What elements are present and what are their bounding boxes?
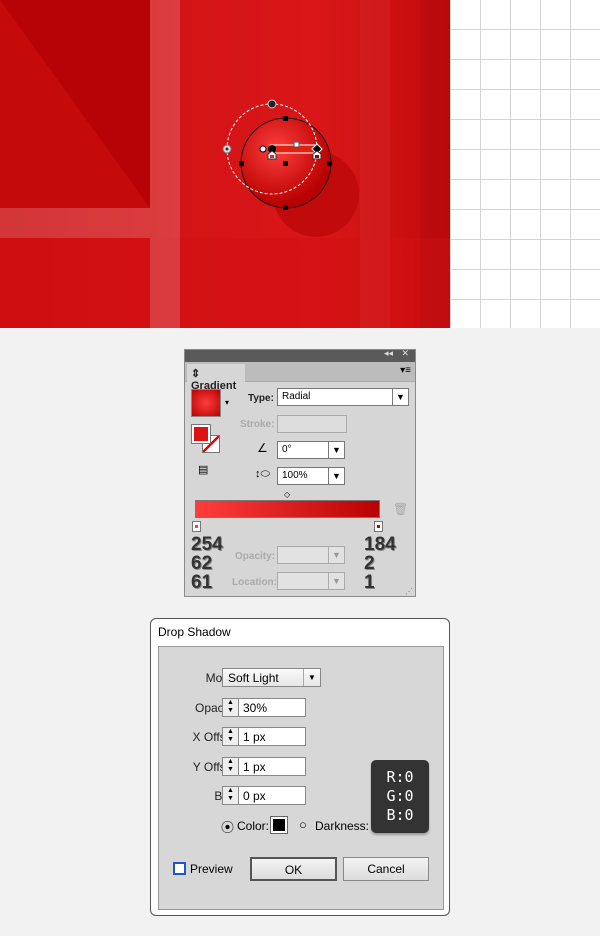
- chevron-down-icon: ▼: [392, 389, 408, 405]
- spinner-icon[interactable]: ▲ ▼: [223, 787, 239, 804]
- right-stop-g: 2: [364, 553, 375, 574]
- angle-icon: ∠: [257, 441, 268, 455]
- spinner-icon[interactable]: ▲ ▼: [223, 758, 239, 775]
- left-color-stop[interactable]: [192, 521, 201, 532]
- fill-stroke-icon[interactable]: [191, 424, 224, 455]
- panel-menu-icon[interactable]: ▾≡: [400, 365, 411, 376]
- left-stop-g: 62: [191, 553, 213, 574]
- transparency-grid: [450, 0, 600, 328]
- color-radio[interactable]: ⦿: [221, 817, 234, 836]
- location-field[interactable]: ▼: [277, 572, 345, 590]
- midpoint-diamond[interactable]: ◇: [284, 490, 290, 499]
- spinner-icon[interactable]: ▲ ▼: [223, 728, 239, 745]
- blur-stepper[interactable]: ▲ ▼ 0 px: [222, 786, 306, 805]
- color-label: Color:: [237, 819, 270, 833]
- swatch-dropdown-icon[interactable]: ▾: [225, 398, 229, 407]
- stroke-buttons: [277, 415, 347, 433]
- right-stop-b: 1: [364, 572, 375, 593]
- y-offset-stepper[interactable]: ▲ ▼ 1 px: [222, 757, 306, 776]
- resize-grip-icon[interactable]: ⋰: [405, 587, 413, 596]
- mode-select[interactable]: Soft Light ▼: [222, 668, 321, 687]
- opacity-field[interactable]: ▼: [277, 546, 345, 564]
- close-icon[interactable]: ✕: [401, 348, 409, 359]
- darkness-radio[interactable]: ○: [299, 817, 307, 832]
- updown-icon: ⇕: [191, 368, 201, 380]
- collapse-icon[interactable]: ◂◂: [384, 348, 393, 359]
- artboard-canvas[interactable]: [0, 0, 450, 328]
- chevron-down-icon: ▼: [328, 442, 344, 458]
- opacity-stepper[interactable]: ▲ ▼ 30%: [222, 698, 306, 717]
- dialog-title: Drop Shadow: [158, 625, 231, 639]
- darkness-label: Darkness:: [315, 819, 370, 833]
- gradient-slider[interactable]: [195, 500, 380, 518]
- spinner-icon[interactable]: ▲ ▼: [223, 699, 239, 716]
- aspect-ratio-icon: ↕⬭: [255, 468, 270, 480]
- chevron-down-icon: ▼: [328, 468, 344, 484]
- opacity-label: Opacity:: [235, 551, 276, 562]
- stroke-label: Stroke:: [240, 419, 275, 430]
- ok-button[interactable]: OK: [250, 857, 337, 881]
- type-select[interactable]: Radial ▼: [277, 388, 409, 406]
- reverse-gradient-icon[interactable]: ▤: [198, 463, 208, 476]
- right-color-stop[interactable]: [374, 521, 383, 532]
- drop-shadow-dialog: Drop Shadow Mode: Soft Light▼ Opacity: ▲…: [150, 618, 450, 916]
- rgb-tooltip: R:0 G:0 B:0: [371, 760, 429, 833]
- aspect-ratio-field[interactable]: 100% ▼: [277, 467, 345, 485]
- selected-circle-graphic[interactable]: [0, 0, 450, 328]
- angle-field[interactable]: 0° ▼: [277, 441, 345, 459]
- left-stop-b: 61: [191, 572, 213, 593]
- cancel-button[interactable]: Cancel: [343, 857, 429, 881]
- tab-gradient[interactable]: ⇕ Gradient: [187, 364, 245, 392]
- trash-icon[interactable]: 🗑: [393, 502, 408, 516]
- preview-checkbox[interactable]: [173, 862, 186, 875]
- gradient-panel: ◂◂ ✕ ⇕ Gradient ▾≡ ▾ ▤ Type: Radial ▼ Stro…: [184, 348, 416, 597]
- gradient-swatch[interactable]: [191, 389, 221, 417]
- type-label: Type:: [248, 393, 274, 404]
- left-stop-r: 254: [191, 534, 223, 555]
- right-stop-r: 184: [364, 534, 396, 555]
- location-label: Location:: [232, 577, 277, 588]
- chevron-down-icon: ▼: [303, 669, 320, 686]
- preview-label: Preview: [190, 862, 233, 876]
- x-offset-stepper[interactable]: ▲ ▼ 1 px: [222, 727, 306, 746]
- color-swatch[interactable]: [270, 816, 288, 834]
